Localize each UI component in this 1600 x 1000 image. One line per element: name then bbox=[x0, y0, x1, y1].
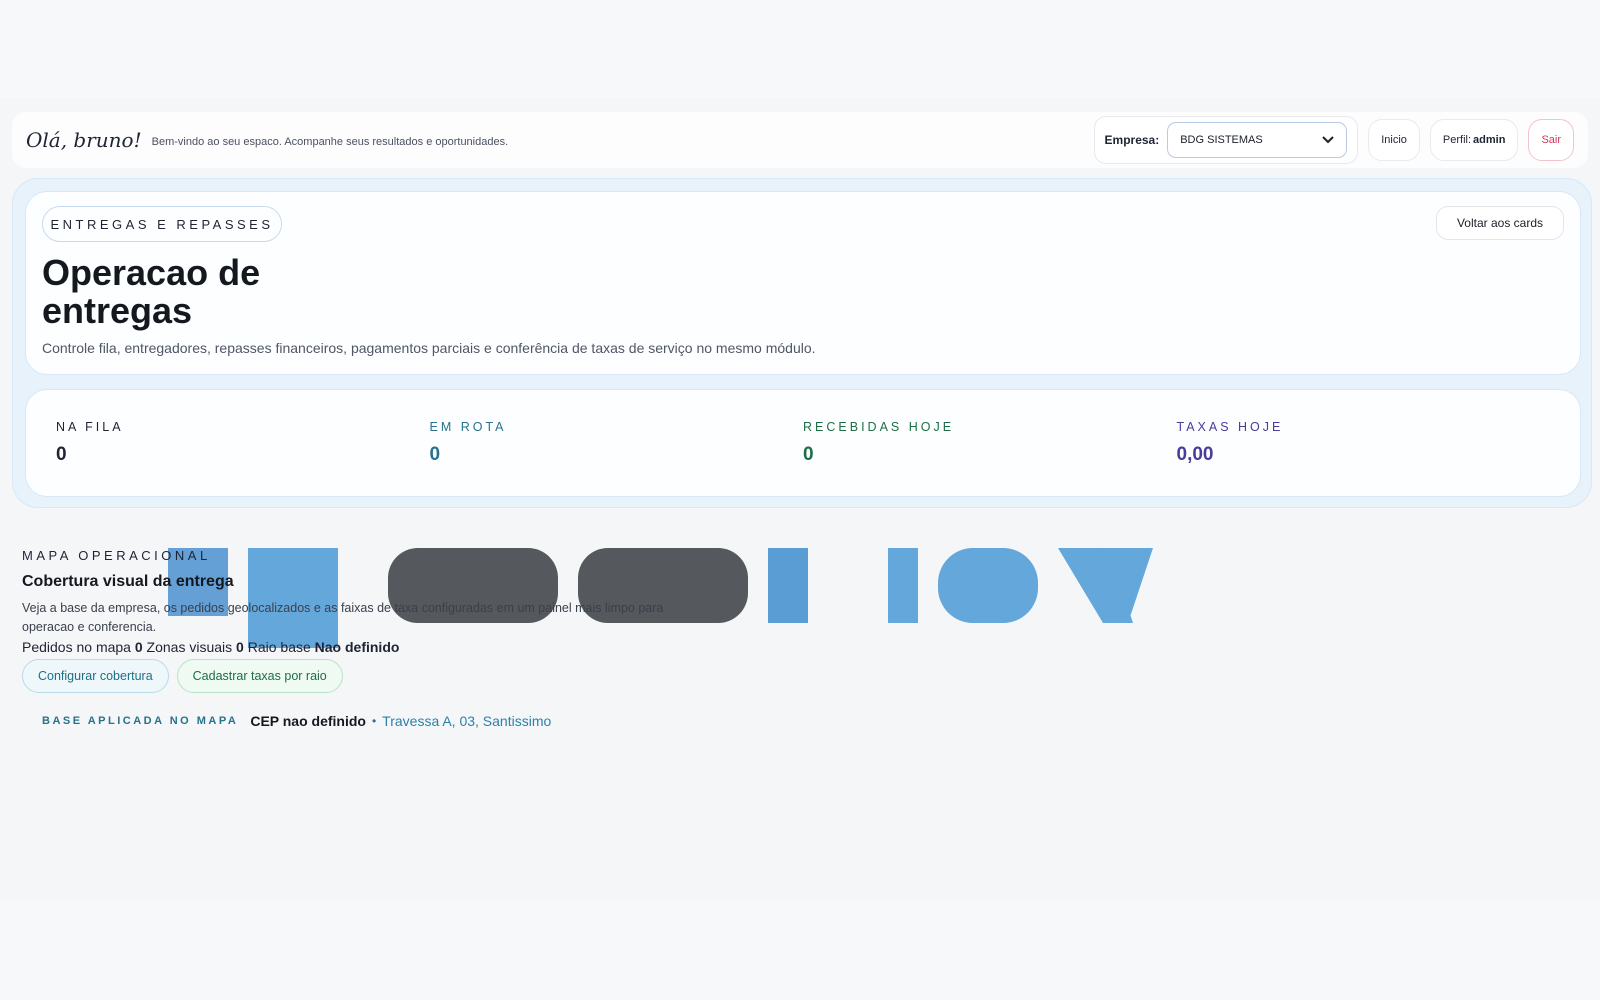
stat-label: EM ROTA bbox=[429, 420, 507, 434]
configure-coverage-button[interactable]: Configurar cobertura bbox=[22, 659, 169, 693]
stat-value: 0 bbox=[429, 444, 441, 465]
section-kicker: ENTREGAS E REPASSES bbox=[42, 206, 282, 242]
page-title: Operacao de entregas bbox=[42, 252, 261, 331]
map-kicker: MAPA OPERACIONAL bbox=[22, 548, 211, 563]
greeting: Olá, bruno! bbox=[26, 128, 142, 152]
profile-button[interactable]: Perfil: admin bbox=[1429, 119, 1519, 161]
map-actions: Configurar cobertura Cadastrar taxas por… bbox=[22, 659, 722, 693]
stat-fees-today: TAXAS HOJE 0,00 bbox=[1177, 420, 1551, 496]
base-applied-line: BASE APLICADA NO MAPA CEP nao definido •… bbox=[22, 713, 722, 729]
zones-label: Zonas visuais bbox=[146, 639, 233, 655]
radius-label: Raio base bbox=[247, 639, 311, 655]
base-cep: CEP nao definido bbox=[250, 713, 366, 729]
base-address-link[interactable]: Travessa A, 03, Santissimo bbox=[382, 713, 551, 729]
stat-value: 0 bbox=[803, 444, 814, 465]
back-to-cards-button[interactable]: Voltar aos cards bbox=[1436, 206, 1564, 240]
stat-received-today: RECEBIDAS HOJE 0 bbox=[803, 420, 1177, 496]
orders-label: Pedidos no mapa bbox=[22, 639, 131, 655]
chevron-down-icon bbox=[1322, 136, 1334, 144]
stat-value: 0 bbox=[56, 444, 67, 465]
company-select-value: BDG SISTEMAS bbox=[1180, 134, 1263, 146]
stat-label: TAXAS HOJE bbox=[1176, 420, 1284, 434]
stat-label: NA FILA bbox=[56, 420, 124, 434]
deliveries-panel: ENTREGAS E REPASSES Voltar aos cards Ope… bbox=[12, 178, 1592, 508]
home-button[interactable]: Inicio bbox=[1368, 119, 1420, 161]
map-description: Veja a base da empresa, os pedidos geolo… bbox=[22, 601, 664, 634]
stats-card: NA FILA 0 EM ROTA 0 RECEBIDAS HOJE 0 TAX… bbox=[25, 389, 1581, 497]
top-bar: Olá, bruno! Bem-vindo ao seu espaco. Aco… bbox=[12, 112, 1588, 168]
greeting-subtitle: Bem-vindo ao seu espaco. Acompanhe seus … bbox=[151, 136, 509, 148]
company-label: Empresa: bbox=[1104, 133, 1160, 147]
map-stats: Pedidos no mapa 0 Zonas visuais 0 Raio b… bbox=[22, 639, 722, 655]
stat-queue: NA FILA 0 bbox=[56, 420, 430, 496]
base-separator: • bbox=[371, 714, 377, 728]
company-select[interactable]: BDG SISTEMAS bbox=[1167, 122, 1348, 158]
base-kicker: BASE APLICADA NO MAPA bbox=[42, 715, 239, 727]
map-section: MAPA OPERACIONAL Cobertura visual da ent… bbox=[22, 548, 722, 729]
map-title: Cobertura visual da entrega bbox=[22, 573, 234, 590]
page-description: Controle fila, entregadores, repasses fi… bbox=[42, 340, 816, 356]
stat-en-route: EM ROTA 0 bbox=[430, 420, 804, 496]
hero-card: ENTREGAS E REPASSES Voltar aos cards Ope… bbox=[25, 191, 1581, 375]
radius-value: Nao definido bbox=[314, 639, 400, 655]
company-selector: Empresa: BDG SISTEMAS bbox=[1093, 116, 1359, 164]
logout-button[interactable]: Sair bbox=[1528, 119, 1574, 161]
stat-value: 0,00 bbox=[1176, 444, 1214, 465]
orders-value: 0 bbox=[134, 639, 143, 655]
register-radius-fees-button[interactable]: Cadastrar taxas por raio bbox=[176, 659, 343, 693]
top-actions: Empresa: BDG SISTEMAS Inicio Perfil: admi… bbox=[1093, 116, 1574, 164]
app-shell: Olá, bruno! Bem-vindo ao seu espaco. Aco… bbox=[0, 98, 1600, 901]
zones-value: 0 bbox=[236, 639, 244, 655]
stat-label: RECEBIDAS HOJE bbox=[803, 420, 955, 434]
